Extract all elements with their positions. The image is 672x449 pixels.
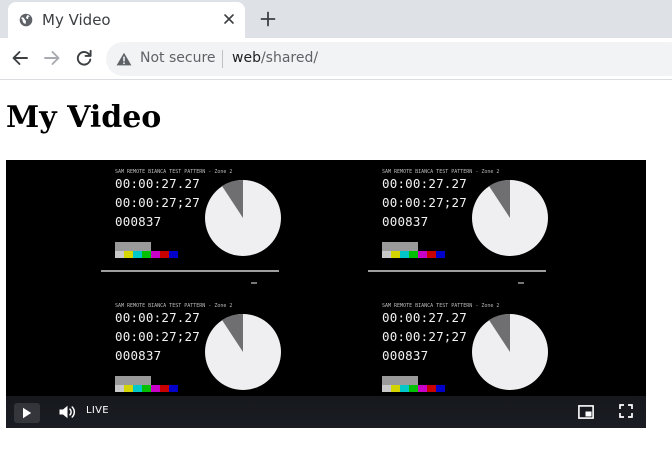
reload-icon[interactable] — [73, 47, 95, 69]
grey-patch — [115, 242, 151, 251]
clock-pie — [205, 313, 281, 390]
play-button[interactable] — [14, 403, 40, 423]
play-icon — [23, 407, 32, 419]
color-bar — [160, 385, 169, 392]
timecode-line: 00:00:27;27 — [382, 195, 467, 210]
arrow-right-icon[interactable] — [41, 47, 63, 69]
color-bar — [391, 385, 400, 392]
pattern-caption: SAM REMOTE BIANCA TEST PATTERN - Zone 2 — [382, 303, 500, 309]
color-bar — [169, 251, 178, 258]
timecode-line: 00:00:27;27 — [382, 329, 467, 344]
color-bar — [400, 251, 409, 258]
pattern-caption: SAM REMOTE BIANCA TEST PATTERN - Zone 2 — [382, 169, 500, 175]
frame-counter: 000837 — [382, 214, 429, 229]
pattern-caption: SAM REMOTE BIANCA TEST PATTERN - Zone 2 — [115, 169, 233, 175]
color-bar — [115, 385, 124, 392]
color-bar — [133, 385, 142, 392]
timecode-line: 00:00:27;27 — [115, 329, 200, 344]
video-controls: LIVE — [6, 396, 646, 428]
grey-patch — [382, 242, 418, 251]
tab-strip: My Video — [0, 0, 672, 38]
grey-patch — [382, 376, 418, 385]
color-bar — [382, 385, 391, 392]
color-bars — [382, 376, 445, 392]
color-bar — [436, 385, 445, 392]
color-bar — [427, 385, 436, 392]
color-bar — [160, 251, 169, 258]
close-icon[interactable] — [222, 12, 236, 26]
color-bar — [418, 385, 427, 392]
marker-dots — [251, 282, 257, 284]
color-bar — [436, 251, 445, 258]
clock-pie — [472, 313, 548, 390]
color-bar — [400, 385, 409, 392]
clock-pie — [472, 179, 548, 256]
arrow-left-icon[interactable] — [9, 47, 31, 69]
pattern-caption: SAM REMOTE BIANCA TEST PATTERN - Zone 2 — [115, 303, 233, 309]
timecode-line: 00:00:27.27 — [382, 310, 467, 325]
divider-line — [101, 270, 279, 272]
omnibox-divider — [222, 50, 223, 68]
color-bar — [409, 251, 418, 258]
tab-title: My Video — [42, 11, 111, 29]
color-bar — [151, 251, 160, 258]
color-bar — [418, 251, 427, 258]
fullscreen-icon[interactable] — [619, 404, 633, 418]
color-bar — [391, 251, 400, 258]
url-host: web — [232, 50, 261, 66]
frame-counter: 000837 — [115, 348, 162, 363]
timecode-line: 00:00:27.27 — [115, 310, 200, 325]
globe-icon — [19, 13, 33, 27]
color-bar — [124, 251, 133, 258]
frame-counter: 000837 — [382, 348, 429, 363]
url-text[interactable]: web/shared/ — [232, 50, 318, 66]
color-bar — [133, 251, 142, 258]
color-bar — [124, 385, 133, 392]
video-player[interactable]: SAM REMOTE BIANCA TEST PATTERN - Zone 2 … — [6, 160, 646, 428]
picture-in-picture-icon[interactable] — [578, 405, 594, 419]
live-indicator: LIVE — [86, 405, 109, 416]
color-bar — [142, 251, 151, 258]
timecode-line: 00:00:27.27 — [115, 176, 200, 191]
url-path: /shared/ — [260, 50, 319, 66]
frame-counter: 000837 — [115, 214, 162, 229]
grey-patch — [115, 376, 151, 385]
color-bars — [115, 376, 178, 392]
color-bars — [382, 242, 445, 258]
color-bar — [427, 251, 436, 258]
color-bar — [142, 385, 151, 392]
page-title: My Video — [6, 100, 162, 135]
clock-pie — [205, 179, 281, 256]
color-bar — [169, 385, 178, 392]
plus-icon[interactable] — [258, 9, 278, 29]
browser-tab[interactable]: My Video — [8, 2, 245, 38]
color-bar — [151, 385, 160, 392]
timecode-line: 00:00:27.27 — [382, 176, 467, 191]
color-bar — [409, 385, 418, 392]
address-bar[interactable]: Not secure web/shared/ — [106, 42, 672, 76]
security-status-label[interactable]: Not secure — [140, 50, 216, 66]
timecode-line: 00:00:27;27 — [115, 195, 200, 210]
divider-line — [368, 270, 546, 272]
marker-dots — [518, 282, 524, 284]
color-bar — [115, 251, 124, 258]
browser-toolbar: Not secure web/shared/ — [0, 38, 672, 80]
color-bars — [115, 242, 178, 258]
warning-triangle-icon[interactable] — [116, 52, 132, 66]
volume-icon[interactable] — [58, 404, 76, 420]
color-bar — [382, 251, 391, 258]
